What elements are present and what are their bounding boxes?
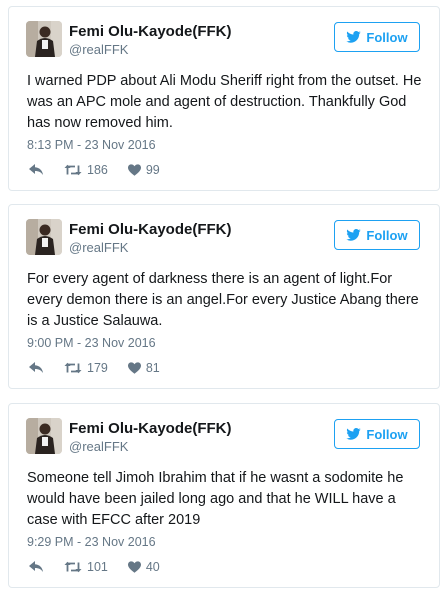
display-name[interactable]: Femi Olu-Kayode(FFK) (69, 221, 232, 238)
avatar[interactable] (26, 21, 62, 57)
retweet-icon (64, 362, 82, 374)
follow-label: Follow (366, 29, 408, 45)
reply-button[interactable] (29, 164, 44, 176)
retweet-icon (64, 164, 82, 176)
twitter-bird-icon (346, 428, 362, 440)
username[interactable]: @realFFK (69, 42, 128, 57)
heart-icon (127, 164, 141, 176)
reply-icon (29, 164, 44, 176)
retweet-button[interactable]: 179 (64, 361, 108, 375)
tweet-actions: 186 99 (29, 162, 180, 178)
heart-icon (127, 561, 141, 573)
username[interactable]: @realFFK (69, 439, 128, 454)
tweet-text: For every agent of darkness there is an … (27, 271, 419, 329)
reply-icon (29, 362, 44, 374)
follow-button[interactable]: Follow (334, 220, 420, 250)
retweet-count: 179 (87, 361, 108, 375)
display-name[interactable]: Femi Olu-Kayode(FFK) (69, 23, 232, 40)
like-count: 99 (145, 163, 160, 177)
tweet-card: Femi Olu-Kayode(FFK) @realFFK Follow Som… (8, 403, 440, 588)
tweet-text: Someone tell Jimoh Ibrahim that if he wa… (27, 470, 404, 528)
like-button[interactable]: 99 (127, 163, 160, 177)
display-name[interactable]: Femi Olu-Kayode(FFK) (69, 420, 232, 437)
avatar[interactable] (26, 418, 62, 454)
reply-button[interactable] (29, 561, 44, 573)
tweet-text: I warned PDP about Ali Modu Sheriff righ… (27, 73, 422, 131)
reply-button[interactable] (29, 362, 44, 374)
tweet-card: Femi Olu-Kayode(FFK) @realFFK Follow I w… (8, 6, 440, 191)
like-count: 40 (145, 560, 160, 574)
like-button[interactable]: 40 (127, 560, 160, 574)
retweet-button[interactable]: 101 (64, 560, 108, 574)
tweet-timestamp[interactable]: 9:00 PM - 23 Nov 2016 (27, 336, 156, 350)
follow-label: Follow (366, 426, 408, 442)
heart-icon (127, 362, 141, 374)
twitter-bird-icon (346, 31, 362, 43)
retweet-count: 186 (87, 163, 108, 177)
tweet-timestamp[interactable]: 9:29 PM - 23 Nov 2016 (27, 535, 156, 549)
like-button[interactable]: 81 (127, 361, 160, 375)
username[interactable]: @realFFK (69, 240, 128, 255)
tweet-actions: 179 81 (29, 360, 180, 376)
follow-label: Follow (366, 227, 408, 243)
twitter-bird-icon (346, 229, 362, 241)
follow-button[interactable]: Follow (334, 22, 420, 52)
retweet-count: 101 (87, 560, 108, 574)
reply-icon (29, 561, 44, 573)
follow-button[interactable]: Follow (334, 419, 420, 449)
retweet-button[interactable]: 186 (64, 163, 108, 177)
tweet-timestamp[interactable]: 8:13 PM - 23 Nov 2016 (27, 138, 156, 152)
like-count: 81 (145, 361, 160, 375)
tweet-actions: 101 40 (29, 559, 180, 575)
tweet-card: Femi Olu-Kayode(FFK) @realFFK Follow For… (8, 204, 440, 389)
avatar[interactable] (26, 219, 62, 255)
retweet-icon (64, 561, 82, 573)
